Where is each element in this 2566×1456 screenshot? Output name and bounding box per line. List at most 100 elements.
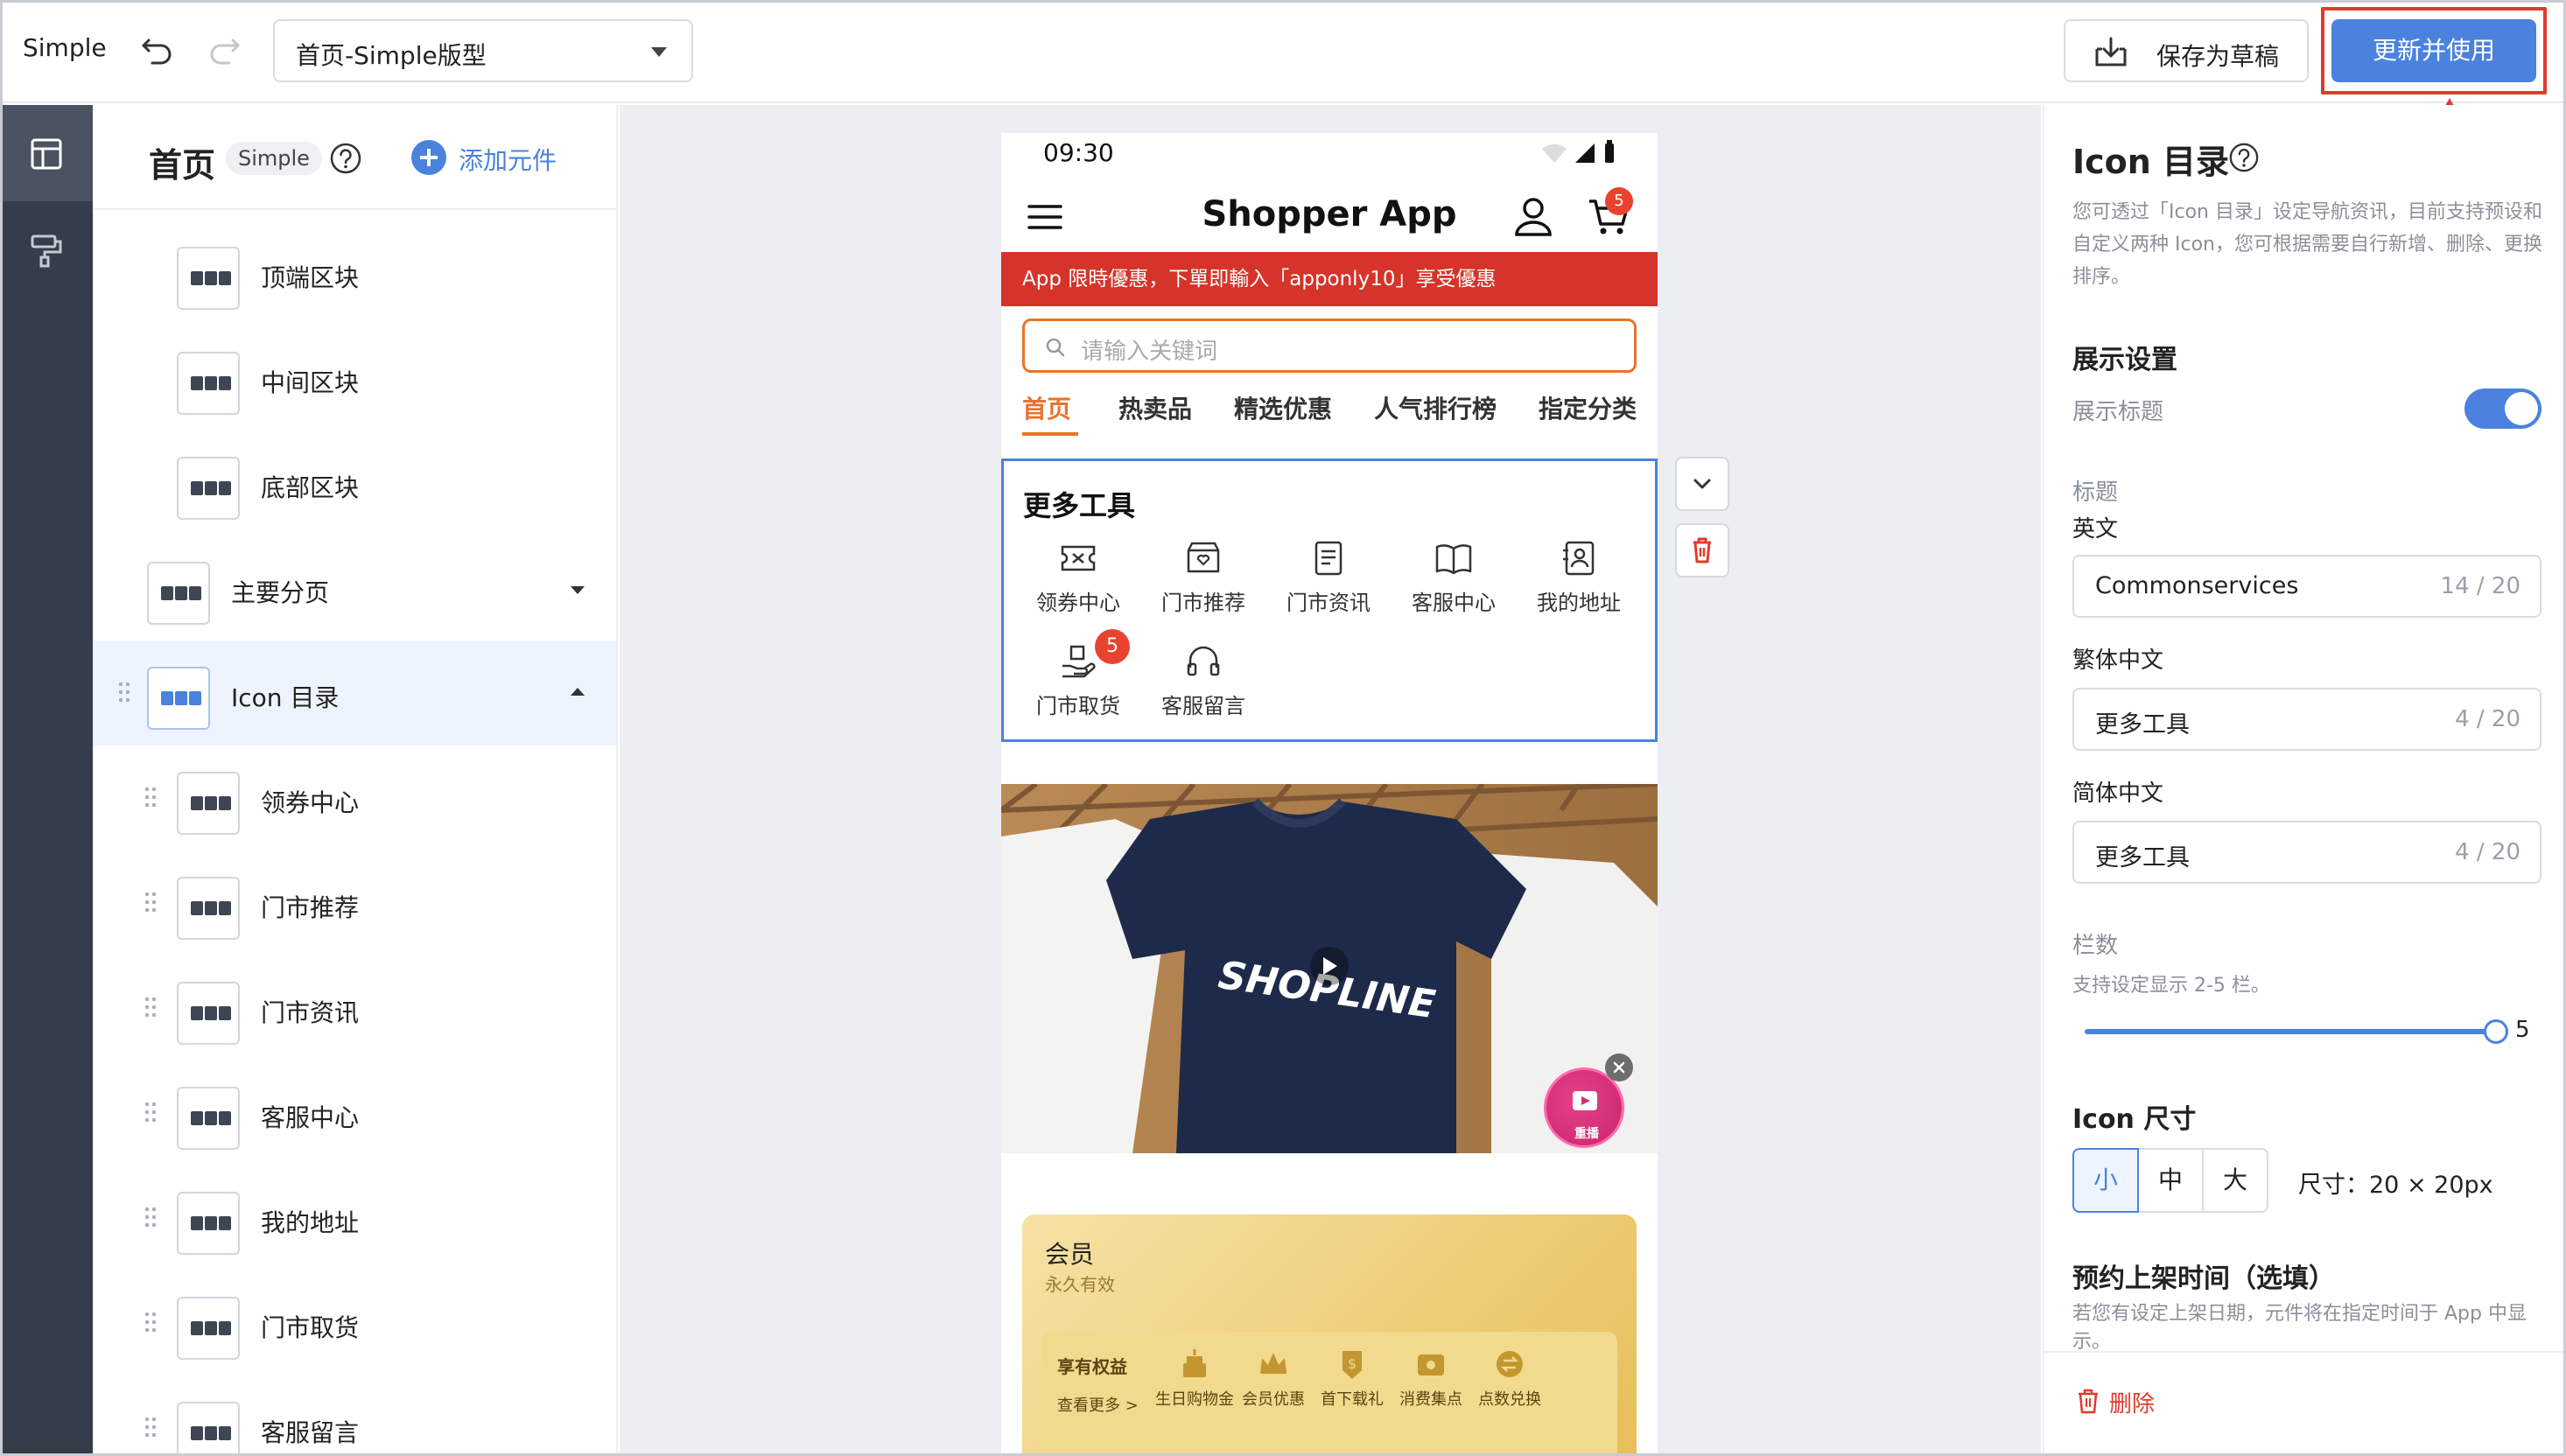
tree-item-store-recommend[interactable]: 门市推荐 xyxy=(93,850,616,956)
caret-down-icon[interactable] xyxy=(571,586,585,594)
display-settings-heading: 展示设置 xyxy=(2072,345,2177,375)
drag-handle-icon[interactable] xyxy=(145,889,158,915)
tree-item-top-block[interactable]: 顶端区块 xyxy=(93,220,616,326)
publish-button[interactable]: 更新并使用 xyxy=(2331,19,2536,82)
drag-handle-icon[interactable] xyxy=(145,994,158,1020)
tree-item-service-message[interactable]: 客服留言 xyxy=(93,1376,616,1456)
char-counter: 14 / 20 xyxy=(2440,573,2520,599)
tree-item-icon-catalog[interactable]: Icon 目录 xyxy=(93,640,616,746)
brand-label: Simple xyxy=(23,33,107,62)
tree-item-label: 客服中心 xyxy=(261,1103,360,1132)
paint-roller-icon[interactable] xyxy=(29,233,64,268)
tree-item-label: Icon 目录 xyxy=(231,683,340,712)
active-tab-underline xyxy=(1022,432,1078,436)
caret-up-icon[interactable] xyxy=(571,688,585,696)
tree-item-service-center[interactable]: 客服中心 xyxy=(93,1060,616,1166)
store-icon xyxy=(1183,538,1223,578)
redo-icon[interactable] xyxy=(205,32,243,70)
tool-service-center[interactable]: 客服中心 xyxy=(1392,538,1516,616)
tree-item-store-pickup[interactable]: 门市取货 xyxy=(93,1270,616,1376)
tree-header: 首页 Simple 添加元件 xyxy=(93,105,616,210)
save-draft-button[interactable]: 保存为草稿 xyxy=(2064,19,2309,82)
title-label: 标题 xyxy=(2072,480,2119,506)
drag-handle-icon[interactable] xyxy=(119,679,131,705)
drag-handle-icon[interactable] xyxy=(145,1099,158,1125)
block-icon xyxy=(177,1087,240,1150)
icon-catalog-block[interactable]: 更多工具 领券中心 门市推荐 门市资讯 客服中心 我的地址 门市取货 5 客服留… xyxy=(1001,458,1658,742)
member-subtitle: 永久有效 xyxy=(1045,1274,1115,1295)
add-component-label: 添加元件 xyxy=(459,146,557,175)
undo-icon[interactable] xyxy=(138,32,177,70)
drag-handle-icon[interactable] xyxy=(145,1414,158,1440)
block-icon xyxy=(147,562,210,625)
search-bar[interactable]: 请输入关键词 xyxy=(1022,318,1637,373)
tab-ranking[interactable]: 人气排行榜 xyxy=(1374,390,1497,425)
drag-handle-icon[interactable] xyxy=(145,784,158,810)
tree-item-coupon-center[interactable]: 领券中心 xyxy=(93,746,616,850)
collapse-block-button[interactable] xyxy=(1675,457,1729,511)
simplified-chinese-label: 简体中文 xyxy=(2072,780,2164,807)
cake-icon xyxy=(1178,1348,1211,1381)
traditional-chinese-field[interactable]: 更多工具 4 / 20 xyxy=(2072,688,2541,751)
size-large-option[interactable]: 大 xyxy=(2202,1148,2268,1213)
perk-points-redeem: 点数兑换 xyxy=(1470,1348,1549,1410)
page-title: 首页 xyxy=(149,146,216,185)
simplified-chinese-value: 更多工具 xyxy=(2095,844,2190,872)
help-icon[interactable] xyxy=(2228,142,2260,173)
chevron-down-icon xyxy=(651,47,667,57)
see-more-link[interactable]: 查看更多 > xyxy=(1057,1393,1139,1416)
tool-label: 客服中心 xyxy=(1412,591,1496,615)
size-small-option[interactable]: 小 xyxy=(2072,1148,2139,1213)
simplified-chinese-field[interactable]: 更多工具 4 / 20 xyxy=(2072,821,2541,884)
plus-circle-icon xyxy=(411,140,446,175)
schedule-heading: 预约上架时间（选填） xyxy=(2072,1264,2335,1294)
benefits-title: 享有权益 xyxy=(1057,1356,1127,1377)
member-benefits: 享有权益 查看更多 > 生日购物金 会员优惠 $ 首下载礼 消费集点 点数兑换 xyxy=(1041,1332,1617,1456)
english-title-field[interactable]: Commonservices 14 / 20 xyxy=(2072,555,2541,618)
show-title-toggle[interactable] xyxy=(2464,388,2541,429)
tab-home[interactable]: 首页 xyxy=(1022,390,1071,425)
help-icon[interactable] xyxy=(329,142,362,175)
tree-item-label: 顶端区块 xyxy=(261,263,360,292)
tree-item-main-tabs[interactable]: 主要分页 xyxy=(93,536,616,640)
tree-item-label: 我的地址 xyxy=(261,1208,360,1237)
block-icon xyxy=(177,982,240,1045)
tree-item-bottom-block[interactable]: 底部区块 xyxy=(93,430,616,536)
drag-handle-icon[interactable] xyxy=(145,1309,158,1335)
char-counter: 4 / 20 xyxy=(2455,839,2520,865)
toggle-knob xyxy=(2505,392,2538,425)
tree-item-middle-block[interactable]: 中间区块 xyxy=(93,326,616,430)
delete-component-button[interactable]: 删除 xyxy=(2076,1388,2155,1418)
membership-card[interactable]: 会员 永久有效 享有权益 查看更多 > 生日购物金 会员优惠 $ 首下载礼 消费… xyxy=(1022,1214,1637,1456)
slider-thumb[interactable] xyxy=(2484,1019,2508,1044)
tree-item-my-address[interactable]: 我的地址 xyxy=(93,1166,616,1270)
tab-deals[interactable]: 精选优惠 xyxy=(1234,390,1332,425)
block-icon xyxy=(177,247,240,310)
user-icon[interactable] xyxy=(1514,196,1553,236)
tool-store-pickup[interactable]: 门市取货 5 xyxy=(1016,629,1140,719)
page-template-select[interactable]: 首页-Simple版型 xyxy=(273,19,693,82)
tree-item-store-info[interactable]: 门市资讯 xyxy=(93,956,616,1060)
tools-title: 更多工具 xyxy=(1023,489,1136,522)
tool-service-message[interactable]: 客服留言 xyxy=(1141,641,1265,719)
crown-icon xyxy=(1257,1348,1290,1381)
document-icon xyxy=(1308,538,1349,578)
tool-my-address[interactable]: 我的地址 xyxy=(1517,538,1641,616)
block-icon xyxy=(177,457,240,520)
tree-item-label: 中间区块 xyxy=(261,368,360,397)
layout-icon[interactable] xyxy=(29,136,64,172)
promo-banner[interactable]: App 限時優惠，下單即輸入「apponly10」享受優惠 xyxy=(1001,252,1658,306)
drag-handle-icon[interactable] xyxy=(145,1204,158,1230)
tab-category[interactable]: 指定分类 xyxy=(1539,390,1637,425)
close-live-icon[interactable] xyxy=(1605,1054,1633,1082)
tool-store-recommend[interactable]: 门市推荐 xyxy=(1141,538,1265,616)
trash-icon xyxy=(2076,1388,2100,1414)
delete-label: 删除 xyxy=(2109,1391,2156,1418)
tool-coupon-center[interactable]: 领券中心 xyxy=(1016,538,1140,616)
size-medium-option[interactable]: 中 xyxy=(2137,1148,2204,1213)
columns-slider[interactable] xyxy=(2085,1019,2508,1044)
tool-store-info[interactable]: 门市资讯 xyxy=(1266,538,1391,616)
chevron-down-icon xyxy=(1693,479,1711,489)
tab-hot[interactable]: 热卖品 xyxy=(1118,390,1192,425)
delete-block-button[interactable] xyxy=(1675,523,1729,578)
